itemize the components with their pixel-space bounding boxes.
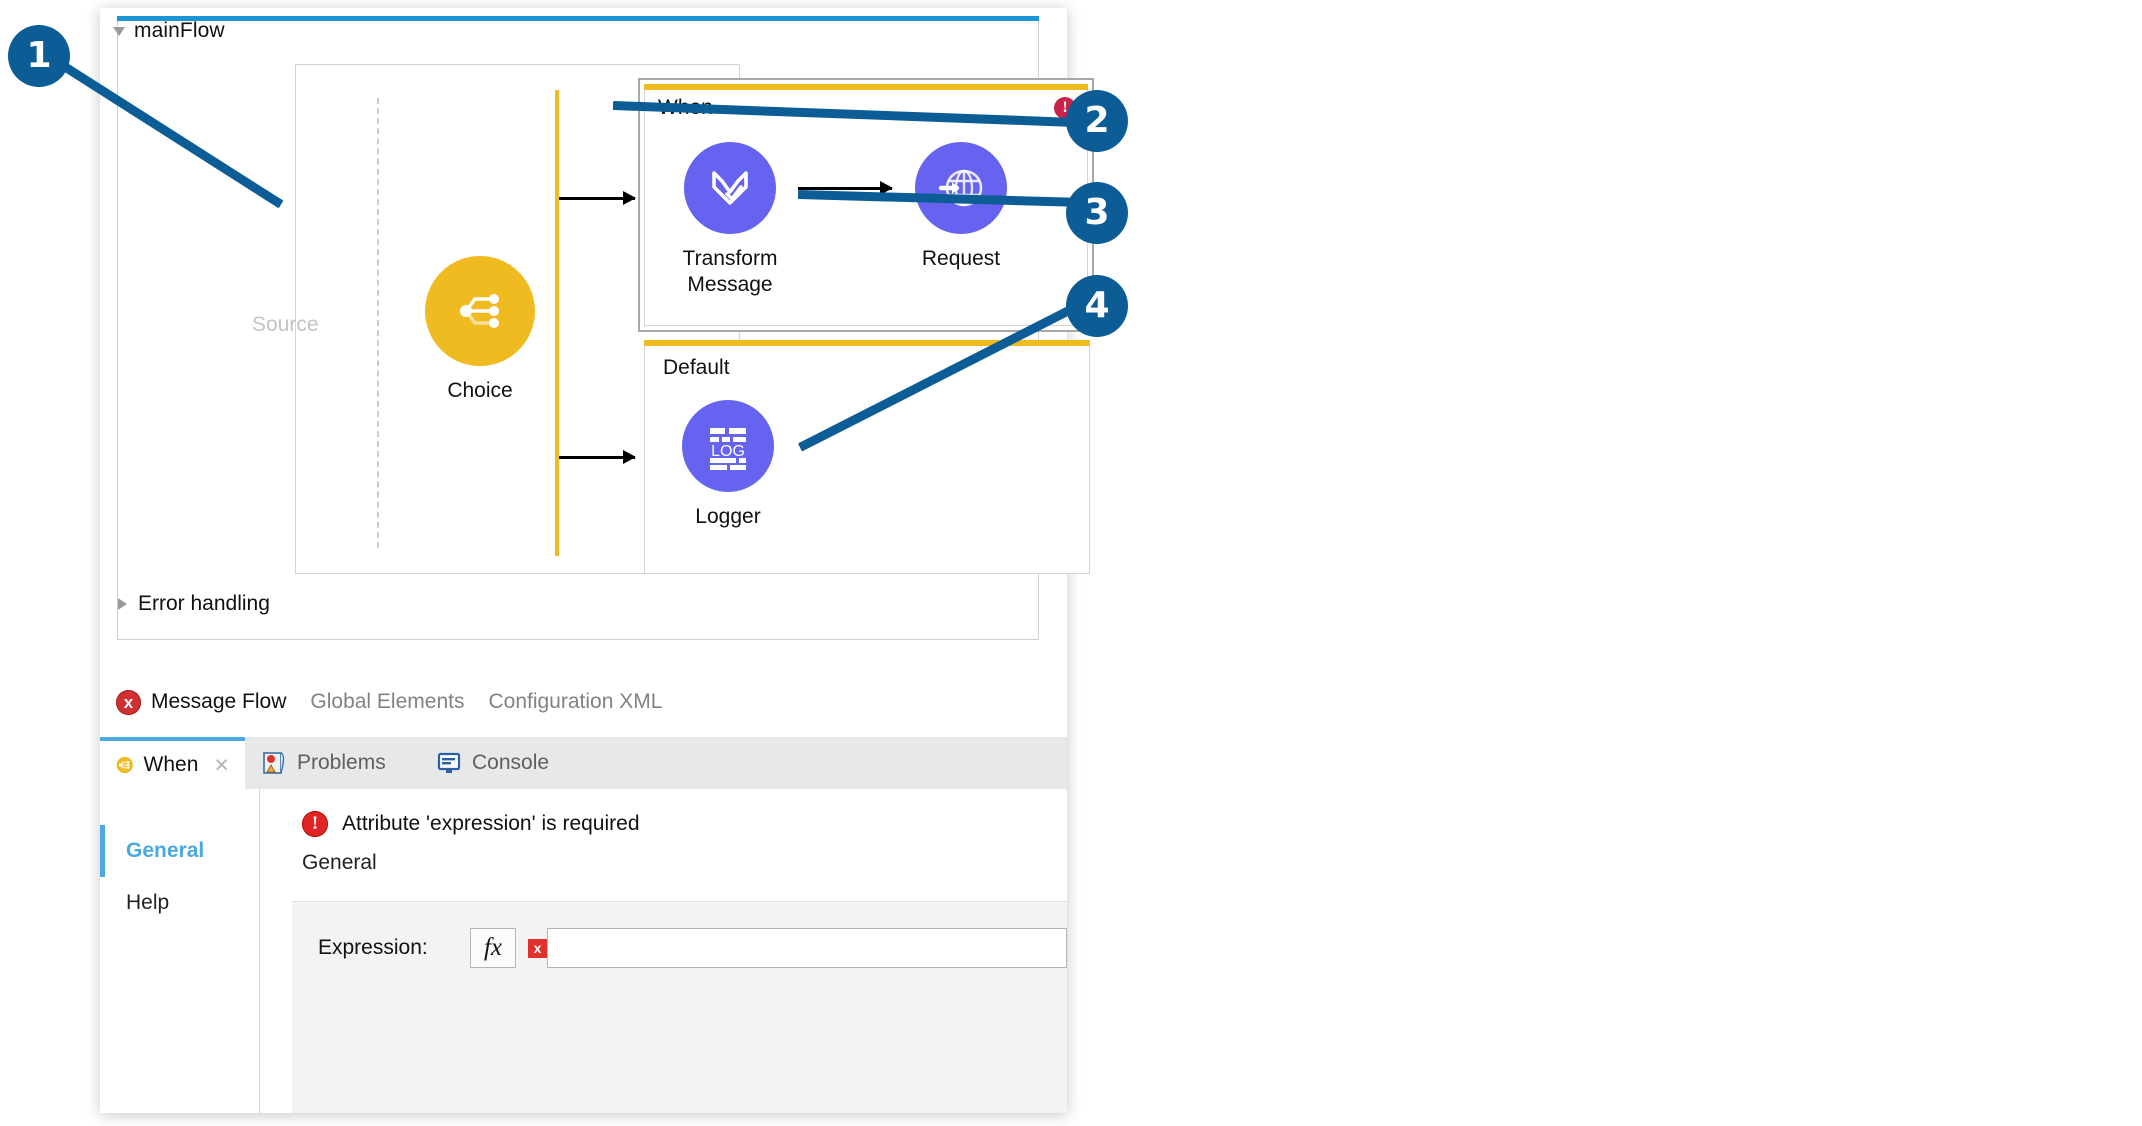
view-tab-console-label: Console xyxy=(472,751,550,774)
callout-2: 2 xyxy=(1066,90,1128,152)
properties-form: Expression: fx x xyxy=(292,901,1067,1113)
properties-nav-help-label: Help xyxy=(126,891,170,914)
request-circle[interactable] xyxy=(915,142,1007,234)
scope-when-accent xyxy=(644,84,1088,90)
expression-input[interactable] xyxy=(547,928,1067,968)
callout-3: 3 xyxy=(1066,182,1128,244)
error-handling-label: Error handling xyxy=(138,592,270,615)
field-error-x-icon: x xyxy=(528,938,547,958)
arrow-choice-to-default xyxy=(559,450,636,464)
view-tab-when[interactable]: When × xyxy=(100,737,245,789)
ide-window: mainFlow Source Choice ! Transform Messa… xyxy=(100,8,1094,1113)
http-request-globe-icon xyxy=(938,169,983,207)
error-exclamation-icon: ! xyxy=(302,811,328,837)
node-choice-label: Choice xyxy=(447,379,513,402)
properties-content: ! Attribute 'expression' is required Gen… xyxy=(260,789,1067,1113)
properties-nav-general[interactable]: General xyxy=(100,825,259,877)
bottom-view-stack: When × Problems Console General Help ! A… xyxy=(100,737,1067,1113)
console-monitor-icon xyxy=(437,752,461,773)
logger-circle[interactable]: LOG xyxy=(682,400,774,492)
flow-header[interactable]: mainFlow xyxy=(100,14,225,48)
triangle-down-icon[interactable] xyxy=(113,26,125,36)
view-tab-bar[interactable]: When × Problems Console xyxy=(100,737,1067,789)
scope-default[interactable]: Default LOG Logger xyxy=(644,340,1090,574)
properties-nav[interactable]: General Help xyxy=(100,789,260,1113)
editor-tab-bar[interactable]: x Message Flow Global Elements Configura… xyxy=(100,668,1067,736)
properties-nav-general-label: General xyxy=(126,839,205,862)
node-request[interactable]: Request xyxy=(896,142,1026,272)
flow-selected-accent-bar xyxy=(117,16,1039,21)
problems-icon xyxy=(263,752,285,774)
fx-button[interactable]: fx xyxy=(470,928,516,968)
properties-nav-help[interactable]: Help xyxy=(100,877,259,929)
choice-router-spine xyxy=(555,90,559,556)
node-transform-label-line1: Transform xyxy=(682,247,778,270)
tab-configuration-xml-label: Configuration XML xyxy=(488,690,663,713)
node-logger[interactable]: LOG Logger xyxy=(663,400,793,530)
close-icon[interactable]: × xyxy=(214,753,229,778)
logger-log-icon: LOG xyxy=(710,428,746,470)
transform-circle[interactable] xyxy=(684,142,776,234)
properties-error-text: Attribute 'expression' is required xyxy=(342,812,640,835)
source-divider xyxy=(377,98,379,548)
source-label: Source xyxy=(252,313,319,336)
error-handling-section[interactable]: Error handling xyxy=(118,592,270,616)
node-transform-message[interactable]: Transform Message xyxy=(665,142,795,298)
triangle-right-icon[interactable] xyxy=(118,598,127,610)
tab-message-flow-label: Message Flow xyxy=(151,690,287,713)
expression-field-row: Expression: fx x xyxy=(292,902,1067,968)
node-transform-label: Transform Message xyxy=(665,246,795,298)
node-transform-label-line2: Message xyxy=(687,273,773,296)
tab-configuration-xml[interactable]: Configuration XML xyxy=(488,690,662,714)
callout-1: 1 xyxy=(8,25,70,87)
expression-field-label: Expression: xyxy=(318,936,428,959)
svg-text:LOG: LOG xyxy=(711,443,745,460)
view-tab-when-label: When xyxy=(143,753,199,776)
tab-global-elements-label: Global Elements xyxy=(310,690,465,713)
screenshot-root: mainFlow Source Choice ! Transform Messa… xyxy=(0,0,2142,1126)
properties-section-title: General xyxy=(302,851,377,874)
flow-name-label: mainFlow xyxy=(134,19,225,42)
view-tab-problems-label: Problems xyxy=(297,751,386,774)
dataweave-transform-icon xyxy=(712,171,748,205)
scope-default-accent xyxy=(644,340,1090,346)
tab-message-flow[interactable]: x Message Flow xyxy=(116,689,287,715)
choice-router-icon xyxy=(460,294,499,328)
choice-circle[interactable] xyxy=(425,256,535,366)
node-request-label: Request xyxy=(921,247,1001,270)
properties-panel: General Help ! Attribute 'expression' is… xyxy=(100,789,1067,1113)
view-tab-problems[interactable]: Problems xyxy=(245,737,420,789)
node-choice[interactable]: Choice xyxy=(425,256,535,404)
node-logger-label: Logger xyxy=(695,505,761,528)
scope-default-label: Default xyxy=(663,356,730,379)
tab-global-elements[interactable]: Global Elements xyxy=(310,690,464,714)
view-tab-console[interactable]: Console xyxy=(420,737,585,789)
callout-4: 4 xyxy=(1066,275,1128,337)
choice-router-icon xyxy=(116,756,133,774)
arrow-choice-to-when xyxy=(559,191,636,205)
error-x-icon: x xyxy=(116,689,141,715)
properties-error-banner: ! Attribute 'expression' is required xyxy=(260,789,1067,837)
